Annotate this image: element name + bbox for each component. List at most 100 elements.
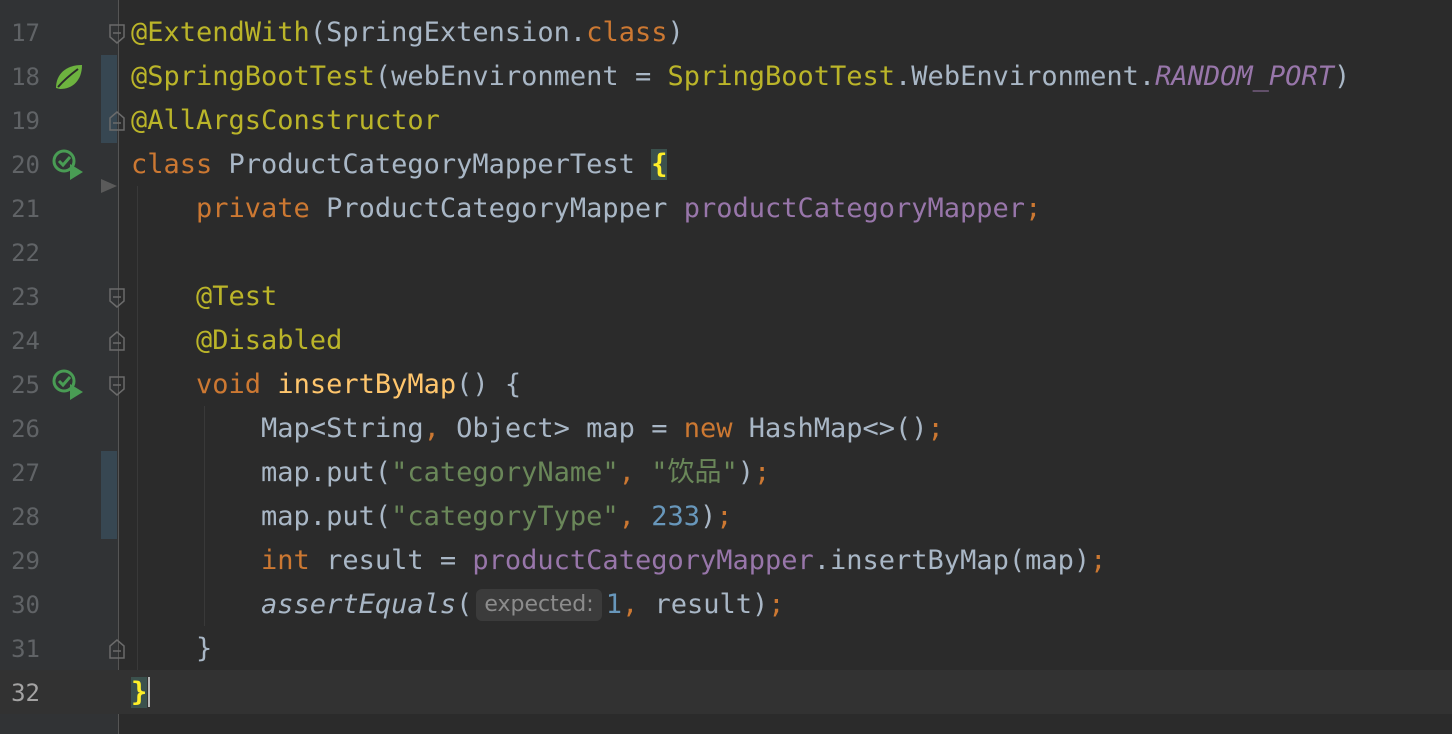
code-token: ; bbox=[716, 501, 733, 532]
line-number: 22 bbox=[11, 239, 40, 267]
code-line[interactable]: 24 @Disabled bbox=[0, 319, 1452, 363]
code-text[interactable]: void insertByMap() { bbox=[131, 363, 521, 407]
code-line[interactable]: 18 @SpringBootTest(webEnvironment = Sprin… bbox=[0, 55, 1452, 99]
code-token: ( bbox=[456, 589, 473, 620]
code-line[interactable]: 22 bbox=[0, 231, 1452, 275]
code-editor[interactable]: 17 @ExtendWith(SpringExtension.class) 18 @S… bbox=[0, 0, 1452, 734]
code-token: ) bbox=[737, 457, 754, 488]
code-token: "categoryType" bbox=[391, 501, 619, 532]
line-number: 25 bbox=[11, 371, 40, 399]
code-token: insertByMap bbox=[277, 369, 457, 400]
code-token: { bbox=[651, 149, 668, 180]
code-token: SpringExtension bbox=[326, 17, 570, 48]
code-token: productCategoryMapper bbox=[472, 545, 814, 576]
code-token: productCategoryMapper bbox=[683, 193, 1026, 224]
code-token: new bbox=[683, 413, 749, 444]
code-token: map.put( bbox=[131, 457, 392, 488]
code-text[interactable]: map.put("categoryType", 233); bbox=[131, 495, 733, 539]
code-token: result) bbox=[654, 589, 769, 620]
line-number: 20 bbox=[11, 151, 40, 179]
code-token: ) bbox=[699, 501, 717, 532]
code-text[interactable]: class ProductCategoryMapperTest { bbox=[131, 143, 668, 187]
line-number: 23 bbox=[11, 283, 40, 311]
code-token: SpringBootTest bbox=[667, 61, 896, 92]
code-line[interactable]: 23 @Test bbox=[0, 275, 1452, 319]
code-line[interactable]: 32} bbox=[0, 671, 1452, 715]
code-token: .insertByMap(map) bbox=[813, 545, 1091, 576]
code-token: Map<String bbox=[131, 413, 424, 444]
code-line[interactable]: 21 private ProductCategoryMapper product… bbox=[0, 187, 1452, 231]
code-line[interactable]: 19 @AllArgsConstructor bbox=[0, 99, 1452, 143]
code-text[interactable]: } bbox=[131, 627, 212, 671]
line-number: 24 bbox=[11, 327, 40, 355]
code-token: ) bbox=[667, 17, 684, 48]
code-token: @Disabled bbox=[131, 325, 343, 356]
code-line[interactable]: 29 int result = productCategoryMapper.in… bbox=[0, 539, 1452, 583]
code-token: HashMap<>() bbox=[748, 413, 928, 444]
code-token: ; bbox=[1090, 545, 1107, 576]
line-number: 29 bbox=[11, 547, 40, 575]
line-number: 27 bbox=[11, 459, 40, 487]
code-line[interactable]: 25 void insertByMap() { bbox=[0, 363, 1452, 407]
fold-marker-icon[interactable] bbox=[108, 638, 126, 660]
code-token: ; bbox=[927, 413, 944, 444]
line-number: 21 bbox=[11, 195, 40, 223]
text-caret bbox=[148, 677, 151, 707]
code-token: int bbox=[131, 545, 327, 576]
fold-marker-icon[interactable] bbox=[108, 23, 126, 45]
code-token: webEnvironment bbox=[391, 61, 619, 92]
code-token: ; bbox=[753, 457, 771, 488]
code-text[interactable]: map.put("categoryName", "饮品"); bbox=[131, 451, 770, 495]
code-token: class bbox=[131, 149, 229, 180]
breakpoint-arrow-icon bbox=[101, 179, 117, 193]
code-text[interactable]: @SpringBootTest(webEnvironment = SpringB… bbox=[131, 55, 1350, 99]
code-text[interactable]: @Test bbox=[131, 275, 277, 319]
code-token: @SpringBootTest bbox=[131, 61, 375, 92]
code-text[interactable]: int result = productCategoryMapper.inser… bbox=[131, 539, 1106, 583]
code-token: @ExtendWith bbox=[131, 17, 310, 48]
code-token: () { bbox=[456, 369, 522, 400]
code-token: , bbox=[621, 589, 655, 620]
line-number: 32 bbox=[11, 679, 40, 707]
code-token: RANDOM_PORT bbox=[1155, 61, 1334, 92]
code-token: 1 bbox=[605, 589, 622, 620]
code-text[interactable]: @AllArgsConstructor bbox=[131, 99, 440, 143]
code-token: @Test bbox=[131, 281, 278, 312]
line-number: 26 bbox=[11, 415, 40, 443]
code-line[interactable]: 20 class ProductCategoryMapperTest { bbox=[0, 143, 1452, 187]
code-token: , bbox=[423, 413, 457, 444]
code-token: = bbox=[618, 61, 668, 92]
code-token: ProductCategoryMapper bbox=[326, 193, 684, 224]
fold-marker-icon[interactable] bbox=[108, 287, 126, 309]
spring-leaf-icon[interactable] bbox=[52, 60, 86, 94]
code-text[interactable]: Map<String, Object> map = new HashMap<>(… bbox=[131, 407, 944, 451]
code-token: private bbox=[131, 193, 327, 224]
run-test-icon[interactable] bbox=[52, 368, 86, 402]
code-token: void bbox=[131, 369, 278, 400]
code-text[interactable]: assertEquals(expected: 1, result); bbox=[131, 583, 785, 627]
code-token: . bbox=[569, 17, 587, 48]
code-text[interactable]: @ExtendWith(SpringExtension.class) bbox=[131, 11, 684, 55]
code-token: , bbox=[618, 457, 652, 488]
code-token: @AllArgsConstructor bbox=[131, 105, 440, 136]
code-text[interactable]: @Disabled bbox=[131, 319, 342, 363]
line-number: 28 bbox=[11, 503, 40, 531]
code-token: ; bbox=[1025, 193, 1042, 224]
fold-marker-icon[interactable] bbox=[108, 110, 126, 132]
code-line[interactable]: 30 assertEquals(expected: 1, result); bbox=[0, 583, 1452, 627]
code-text[interactable]: private ProductCategoryMapper productCat… bbox=[131, 187, 1041, 231]
code-token: ; bbox=[768, 589, 785, 620]
run-test-icon[interactable] bbox=[52, 148, 86, 182]
fold-marker-icon[interactable] bbox=[108, 330, 126, 352]
code-line[interactable]: 27 map.put("categoryName", "饮品"); bbox=[0, 451, 1452, 495]
code-token: , bbox=[618, 501, 652, 532]
code-line[interactable]: 26 Map<String, Object> map = new HashMap… bbox=[0, 407, 1452, 451]
code-line[interactable]: 31 } bbox=[0, 627, 1452, 671]
code-token: result = bbox=[326, 545, 473, 576]
code-line[interactable]: 17 @ExtendWith(SpringExtension.class) bbox=[0, 11, 1452, 55]
code-text[interactable]: } bbox=[131, 671, 151, 715]
code-token: ( bbox=[309, 17, 327, 48]
fold-marker-icon[interactable] bbox=[108, 375, 126, 397]
parameter-hint: expected: bbox=[476, 589, 602, 621]
code-line[interactable]: 28 map.put("categoryType", 233); bbox=[0, 495, 1452, 539]
